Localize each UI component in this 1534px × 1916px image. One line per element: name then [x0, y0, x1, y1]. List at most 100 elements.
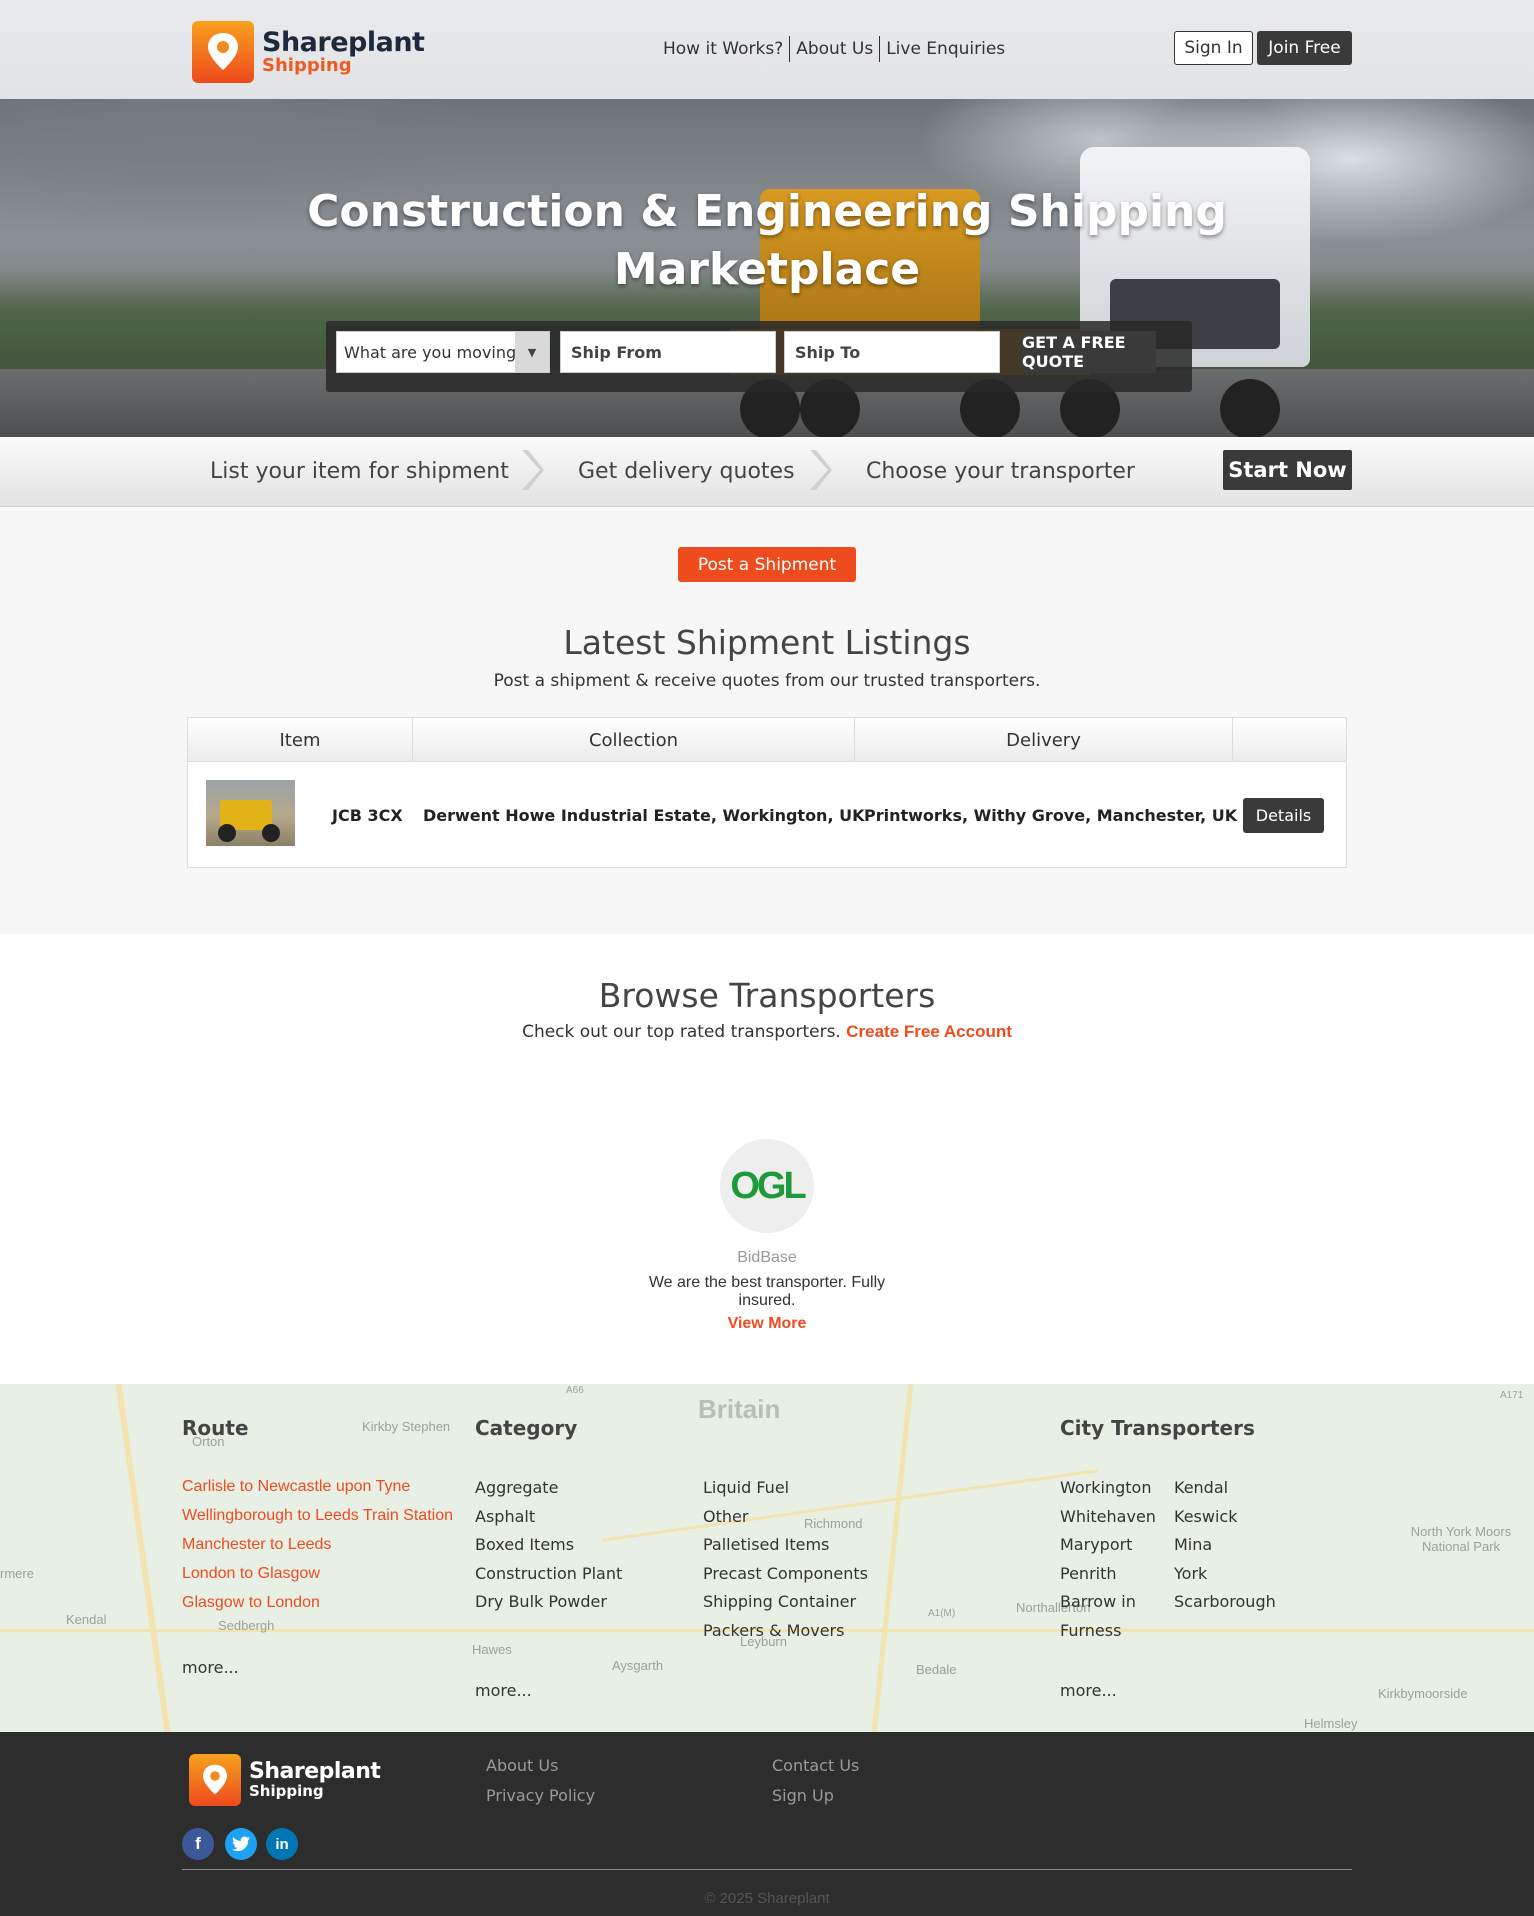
category-link[interactable]: Construction Plant: [475, 1564, 622, 1593]
transporter-description: We are the best transporter. Fully insur…: [648, 1274, 886, 1309]
category-link[interactable]: Precast Components: [703, 1564, 868, 1593]
get-free-quote-button[interactable]: GET A FREE QUOTE: [1022, 331, 1156, 373]
transporter-logo[interactable]: OGL: [720, 1139, 814, 1233]
item-type-select-value: What are you moving?: [344, 342, 525, 362]
hero-title-line-2: Marketplace: [613, 244, 921, 295]
logo-pin-icon: [192, 21, 254, 83]
start-now-button[interactable]: Start Now: [1223, 450, 1352, 490]
footer-logo-name: Shareplant: [249, 1759, 381, 1784]
footer-privacy-link[interactable]: Privacy Policy: [486, 1786, 595, 1805]
footer-about-link[interactable]: About Us: [486, 1756, 558, 1775]
route-link[interactable]: Wellingborough to Leeds Train Station: [182, 1507, 453, 1536]
nav-about-us[interactable]: About Us: [790, 36, 881, 62]
city-list-1: Workington Whitehaven Maryport Penrith B…: [1060, 1478, 1156, 1649]
step-list-item: List your item for shipment: [210, 459, 509, 484]
city-link[interactable]: Scarborough: [1174, 1592, 1276, 1621]
browse-subtitle-text: Check out our top rated transporters.: [522, 1022, 841, 1042]
category-link[interactable]: Asphalt: [475, 1507, 622, 1536]
browse-transporters-section: Browse Transporters Check out our top ra…: [0, 934, 1534, 1384]
category-link[interactable]: Shipping Container: [703, 1592, 868, 1621]
route-list: Carlisle to Newcastle upon Tyne Wellingb…: [182, 1478, 453, 1623]
footer-logo-sub: Shipping: [249, 1782, 324, 1800]
city-link[interactable]: Penrith: [1060, 1564, 1156, 1593]
linkedin-icon[interactable]: in: [266, 1828, 298, 1860]
chevron-right-icon: [522, 450, 544, 490]
table-header: Item Collection Delivery: [188, 718, 1346, 762]
footer-signup-link[interactable]: Sign Up: [772, 1786, 834, 1805]
hero-title: Construction & Engineering Shipping Mark…: [0, 183, 1534, 299]
column-header-item: Item: [188, 718, 413, 762]
top-header: Shareplant Shipping How it Works? About …: [0, 0, 1534, 99]
city-link[interactable]: Mina: [1174, 1535, 1276, 1564]
view-more-link[interactable]: View More: [0, 1315, 1534, 1333]
facebook-icon[interactable]: f: [182, 1828, 214, 1860]
route-link[interactable]: Manchester to Leeds: [182, 1536, 453, 1565]
footer-contact-link[interactable]: Contact Us: [772, 1756, 859, 1775]
step-get-quotes: Get delivery quotes: [578, 459, 795, 484]
logo-name: Shareplant: [262, 27, 425, 58]
quote-form: What are you moving? ▼ Ship From Ship To…: [326, 321, 1192, 392]
map-label: Britain: [698, 1394, 781, 1424]
city-link[interactable]: Kendal: [1174, 1478, 1276, 1507]
nav-live-enquiries[interactable]: Live Enquiries: [880, 36, 1011, 62]
listings-table: Item Collection Delivery JCB 3CX Derwent…: [187, 717, 1347, 868]
map-label: rmere: [0, 1566, 34, 1581]
nav-how-it-works[interactable]: How it Works?: [660, 36, 791, 62]
map-label: A1(M): [928, 1608, 956, 1619]
steps-band: List your item for shipment Get delivery…: [0, 437, 1534, 507]
category-more-link[interactable]: more...: [475, 1681, 532, 1700]
category-list-2: Liquid Fuel Other Palletised Items Preca…: [703, 1478, 868, 1649]
map-label: Kirkbymoorside: [1378, 1686, 1468, 1701]
category-list-1: Aggregate Asphalt Boxed Items Constructi…: [475, 1478, 622, 1621]
row-item: JCB 3CX: [332, 805, 403, 825]
item-type-select[interactable]: What are you moving? ▼: [336, 331, 550, 373]
map-label: Bedale: [916, 1662, 957, 1677]
route-link[interactable]: Glasgow to London: [182, 1594, 453, 1623]
hero-title-line-1: Construction & Engineering Shipping: [307, 186, 1227, 237]
route-heading: Route: [182, 1416, 249, 1440]
footer-divider: [182, 1869, 1352, 1870]
map-label: North York Moors National Park: [1410, 1524, 1512, 1554]
hero-wheel: [1220, 379, 1280, 437]
route-more-link[interactable]: more...: [182, 1658, 239, 1677]
map-road: [115, 1384, 171, 1732]
city-heading: City Transporters: [1060, 1416, 1255, 1440]
city-link[interactable]: Maryport: [1060, 1535, 1156, 1564]
join-free-button[interactable]: Join Free: [1257, 31, 1352, 65]
map-label: Hawes: [472, 1642, 512, 1657]
category-link[interactable]: Boxed Items: [475, 1535, 622, 1564]
city-link[interactable]: Keswick: [1174, 1507, 1276, 1536]
create-free-account-link[interactable]: Create Free Account: [846, 1022, 1012, 1041]
item-thumbnail-image[interactable]: [206, 780, 295, 846]
city-more-link[interactable]: more...: [1060, 1681, 1117, 1700]
category-link[interactable]: Palletised Items: [703, 1535, 868, 1564]
column-header-delivery: Delivery: [855, 718, 1233, 762]
category-link[interactable]: Packers & Movers: [703, 1621, 868, 1650]
sign-in-button[interactable]: Sign In: [1174, 31, 1253, 65]
city-link[interactable]: Furness: [1060, 1621, 1156, 1650]
city-link[interactable]: York: [1174, 1564, 1276, 1593]
route-link[interactable]: Carlisle to Newcastle upon Tyne: [182, 1478, 453, 1507]
category-link[interactable]: Dry Bulk Powder: [475, 1592, 622, 1621]
category-link[interactable]: Other: [703, 1507, 868, 1536]
twitter-icon[interactable]: [225, 1828, 257, 1860]
post-shipment-button[interactable]: Post a Shipment: [678, 547, 856, 582]
ship-to-input[interactable]: Ship To: [784, 331, 1000, 373]
route-link[interactable]: London to Glasgow: [182, 1565, 453, 1594]
map-links-section: Britain Kirkby Stephen Orton Kendal Sedb…: [0, 1384, 1534, 1732]
dropdown-arrow-icon[interactable]: ▼: [515, 332, 549, 372]
latest-listings-section: Post a Shipment Latest Shipment Listings…: [0, 508, 1534, 934]
footer-logo[interactable]: Shareplant Shipping: [189, 1754, 381, 1806]
category-link[interactable]: Liquid Fuel: [703, 1478, 868, 1507]
category-heading: Category: [475, 1416, 578, 1440]
details-button[interactable]: Details: [1243, 798, 1324, 833]
city-link[interactable]: Barrow in: [1060, 1592, 1156, 1621]
category-link[interactable]: Aggregate: [475, 1478, 622, 1507]
map-label: Helmsley: [1304, 1716, 1358, 1731]
city-link[interactable]: Whitehaven: [1060, 1507, 1156, 1536]
site-logo[interactable]: Shareplant Shipping: [192, 21, 425, 83]
map-label: Aysgarth: [612, 1658, 664, 1673]
city-link[interactable]: Workington: [1060, 1478, 1156, 1507]
transporter-name: BidBase: [737, 1249, 797, 1266]
ship-from-input[interactable]: Ship From: [560, 331, 776, 373]
